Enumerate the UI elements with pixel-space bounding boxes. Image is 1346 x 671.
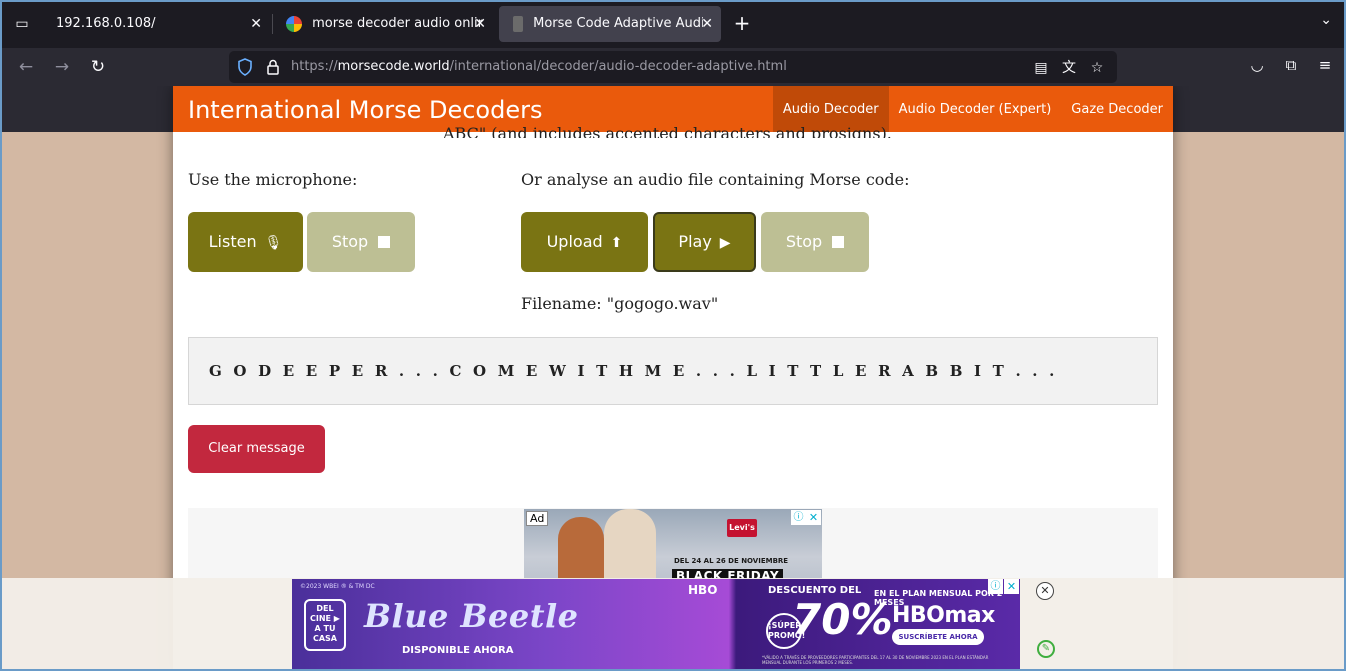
play-button[interactable]: Play ▶ (653, 212, 756, 272)
stop-label: Stop (785, 232, 823, 251)
close-icon[interactable]: ✕ (1036, 582, 1054, 600)
tab-separator (272, 14, 273, 34)
ad-copyright: ©2023 WBEI ® & TM DC (300, 583, 375, 590)
url-path: /international/decoder/audio-decoder-ada… (449, 59, 787, 74)
nav-bar: ← → ↻ https://morsecode.world/internatio… (0, 48, 1346, 86)
stop-icon (832, 236, 845, 248)
mic-label: Use the microphone: (188, 170, 358, 189)
sticky-ad-bar: ©2023 WBEI ® & TM DC DEL CINE ▶ A TU CAS… (0, 578, 1346, 671)
reader-view-icon[interactable]: ▤ (1031, 60, 1051, 76)
filename-text: Filename: "gogogo.wav" (521, 294, 719, 313)
lock-icon[interactable] (265, 58, 281, 76)
upload-button[interactable]: Upload ⬆ (521, 212, 648, 272)
page-viewport: International Morse Decoders Audio Decod… (0, 86, 1346, 671)
menu-icon[interactable]: ≡ (1314, 56, 1336, 74)
listen-button[interactable]: Listen 🎙 (188, 212, 303, 272)
ad-date: DEL 24 AL 26 DE NOVIEMBRE (674, 557, 789, 565)
decoded-message: G O D E E P E R . . . C O M E W I T H M … (209, 362, 1058, 380)
back-icon[interactable]: ← (14, 56, 38, 78)
hbomax-logo: HBOmax (892, 603, 995, 628)
movie-title: Blue Beetle (364, 597, 579, 635)
clear-message-button[interactable]: Clear message (188, 425, 325, 473)
play-label: Play (678, 232, 712, 251)
morse-site-icon (513, 15, 523, 32)
subscribe-button[interactable]: SUSCRÍBETE AHORA (892, 629, 984, 645)
close-icon[interactable]: ✕ (474, 6, 486, 42)
nav-gaze-decoder[interactable]: Gaze Decoder (1061, 86, 1173, 132)
forward-icon[interactable]: → (50, 56, 74, 78)
tab-google[interactable]: morse decoder audio online - ✕ (274, 6, 494, 42)
levis-logo: Levi's (727, 519, 757, 537)
ad-model-image (604, 509, 656, 589)
microphone-icon: 🎙 (264, 235, 283, 251)
mic-stop-button[interactable]: Stop (307, 212, 415, 272)
new-tab-icon[interactable]: + (731, 12, 753, 36)
upload-label: Upload (546, 232, 603, 251)
file-label: Or analyse an audio file containing Mors… (521, 170, 910, 189)
tab-title: morse decoder audio online - (312, 16, 483, 31)
ad-badge: Ad (526, 511, 549, 526)
tab-local[interactable]: 192.168.0.108/ ✕ (44, 6, 270, 42)
sticky-ad-banner[interactable]: ©2023 WBEI ® & TM DC DEL CINE ▶ A TU CAS… (292, 579, 1020, 671)
stop-label: Stop (331, 232, 369, 251)
shield-icon[interactable] (237, 58, 253, 76)
intro-text: ABC" (and includes accented characters a… (443, 124, 892, 138)
url-bar[interactable]: https://morsecode.world/international/de… (229, 51, 1117, 83)
pocket-icon[interactable]: ◡ (1246, 56, 1268, 74)
ad-info-icon[interactable]: ⓘ (988, 579, 1003, 594)
ad-close-icon[interactable]: ✕ (806, 510, 821, 525)
close-icon[interactable]: ✕ (250, 6, 262, 42)
chevron-down-icon[interactable]: ⌄ (1320, 12, 1332, 28)
tab-list-icon[interactable]: ▭ (10, 12, 34, 36)
decoded-message-box: G O D E E P E R . . . C O M E W I T H M … (188, 337, 1158, 405)
cine-badge: DEL CINE ▶ A TU CASA (304, 599, 346, 651)
bookmark-star-icon[interactable]: ☆ (1087, 60, 1107, 76)
listen-label: Listen (208, 232, 257, 251)
ad-fine-print: *VÁLIDO A TRAVÉS DE PROVEEDORES PARTICIP… (762, 655, 989, 665)
translate-icon[interactable]: 文 (1059, 57, 1079, 77)
leaf-icon[interactable]: ✎ (1037, 640, 1055, 658)
tab-title: Morse Code Adaptive Audio D (533, 16, 704, 31)
google-icon (286, 15, 302, 32)
tab-morse-decoder[interactable]: Morse Code Adaptive Audio D ✕ (499, 6, 721, 42)
play-icon: ▶ (719, 235, 731, 251)
hbo-logo: HBO (688, 583, 718, 597)
close-icon[interactable]: ✕ (701, 6, 713, 42)
reload-icon[interactable]: ↻ (86, 56, 110, 78)
extensions-icon[interactable]: ⧉ (1280, 56, 1302, 74)
upload-icon: ⬆ (610, 235, 623, 251)
inline-ad-banner[interactable]: Ad Levi's DEL 24 AL 26 DE NOVIEMBRE BLAC… (524, 509, 822, 589)
ad-close-icon[interactable]: ✕ (1004, 579, 1019, 594)
tab-title: 192.168.0.108/ (56, 16, 156, 31)
nav-audio-decoder-expert[interactable]: Audio Decoder (Expert) (889, 86, 1062, 132)
file-stop-button[interactable]: Stop (761, 212, 869, 272)
url-prefix: https:// (291, 59, 338, 74)
tab-bar: ▭ 192.168.0.108/ ✕ morse decoder audio o… (0, 0, 1346, 48)
available-text: DISPONIBLE AHORA (402, 645, 514, 656)
stop-icon (378, 236, 391, 248)
ad-info-icon[interactable]: ⓘ (791, 510, 806, 525)
url-host: morsecode.world (337, 59, 450, 74)
url-text[interactable]: https://morsecode.world/international/de… (291, 51, 787, 83)
